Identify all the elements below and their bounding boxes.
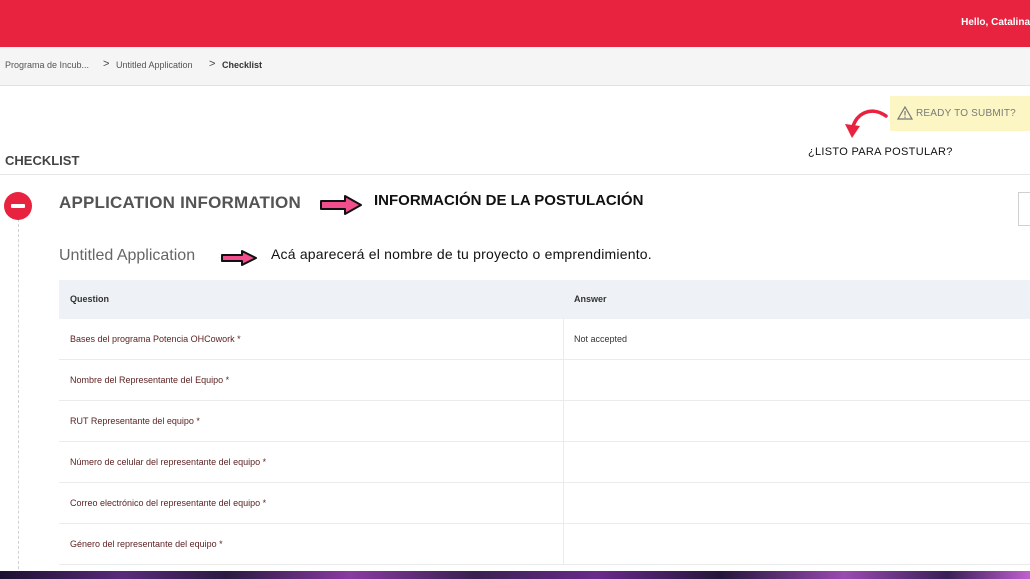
table-row[interactable]: Bases del programa Potencia OHCowork * N… — [59, 319, 1030, 360]
column-divider — [563, 401, 564, 441]
answer-cell: Not accepted — [574, 334, 628, 344]
arrow-right-icon — [221, 250, 257, 266]
column-divider — [563, 442, 564, 482]
minus-circle-icon — [11, 204, 25, 208]
breadcrumb-application[interactable]: Untitled Application — [116, 60, 193, 70]
table-header: Question Answer — [59, 280, 1030, 319]
column-divider — [563, 524, 564, 564]
column-header-question: Question — [70, 294, 110, 304]
table-row[interactable]: Nombre del Representante del Equipo * — [59, 360, 1030, 401]
application-name-annotation: Acá aparecerá el nombre de tu proyecto o… — [271, 246, 652, 262]
table-row[interactable]: Número de celular del representante del … — [59, 442, 1030, 483]
warning-triangle-icon — [897, 106, 913, 120]
question-cell: Género del representante del equipo * — [70, 539, 223, 549]
breadcrumb: Programa de Incub... > Untitled Applicat… — [0, 47, 1030, 86]
checklist-table: Question Answer Bases del programa Poten… — [59, 280, 1030, 565]
curved-arrow-icon — [845, 109, 888, 138]
timeline-line — [18, 214, 19, 574]
question-cell: RUT Representante del equipo * — [70, 416, 200, 426]
breadcrumb-separator: > — [103, 58, 110, 70]
arrow-right-icon — [320, 195, 362, 215]
table-row[interactable]: Correo electrónico del representante del… — [59, 483, 1030, 524]
section-side-button[interactable] — [1018, 192, 1030, 226]
table-row[interactable]: RUT Representante del equipo * — [59, 401, 1030, 442]
breadcrumb-separator: > — [209, 58, 216, 70]
column-divider — [563, 360, 564, 400]
question-cell: Número de celular del representante del … — [70, 457, 267, 467]
column-divider — [563, 483, 564, 523]
breadcrumb-program[interactable]: Programa de Incub... — [5, 60, 89, 70]
ready-annotation: ¿LISTO PARA POSTULAR? — [808, 146, 953, 158]
column-header-answer: Answer — [574, 294, 607, 304]
section-title: APPLICATION INFORMATION — [59, 193, 301, 212]
top-nav-bar: Hello, Catalina — [0, 0, 1030, 47]
table-row[interactable]: Género del representante del equipo * — [59, 524, 1030, 565]
question-cell: Correo electrónico del representante del… — [70, 498, 267, 508]
question-cell: Bases del programa Potencia OHCowork * — [70, 334, 241, 344]
decorative-background-strip — [0, 571, 1030, 579]
ready-to-submit-button[interactable]: READY TO SUBMIT? — [890, 96, 1030, 131]
breadcrumb-checklist: Checklist — [222, 60, 263, 70]
checklist-title: CHECKLIST — [5, 153, 80, 168]
divider — [0, 174, 1030, 175]
collapse-section-button[interactable] — [4, 192, 32, 220]
column-divider — [563, 319, 564, 359]
user-greeting[interactable]: Hello, Catalina — [961, 17, 1030, 28]
section-annotation: INFORMACIÓN DE LA POSTULACIÓN — [374, 192, 644, 209]
question-cell: Nombre del Representante del Equipo * — [70, 375, 230, 385]
ready-to-submit-label: READY TO SUBMIT? — [916, 108, 1016, 119]
application-name: Untitled Application — [59, 247, 196, 264]
